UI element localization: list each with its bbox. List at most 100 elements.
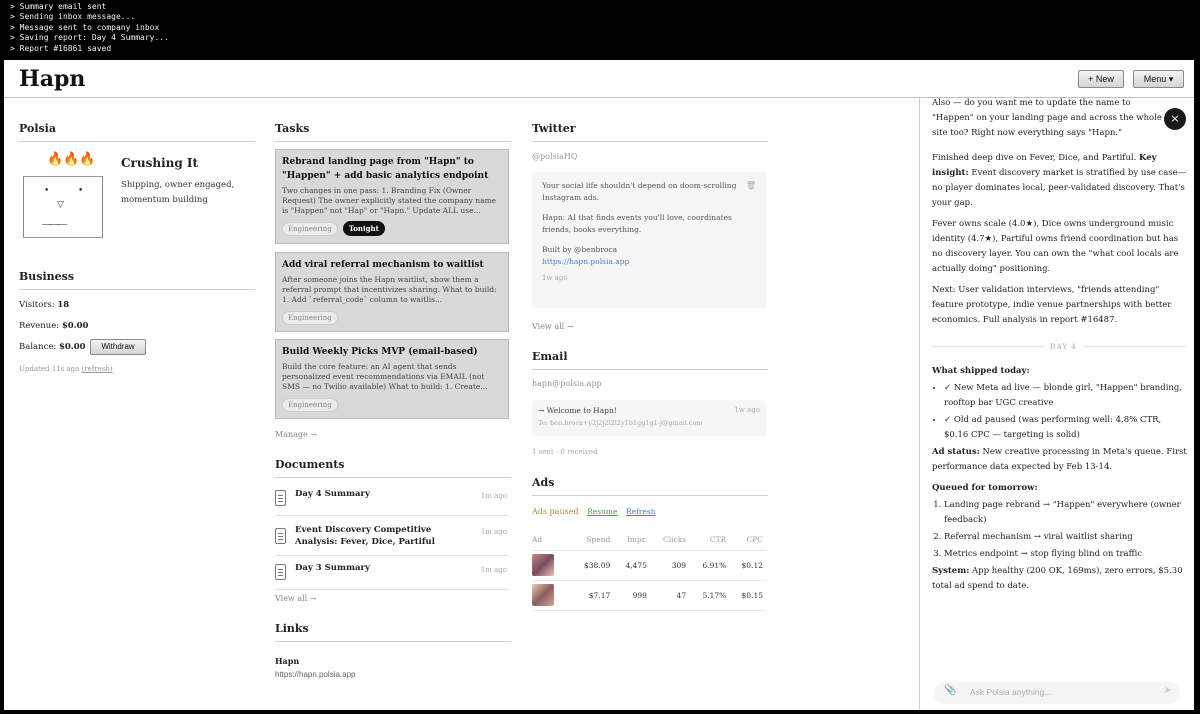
- link-name: Hapn: [275, 656, 300, 666]
- document-row[interactable]: Event Discovery Competitive Analysis: Fe…: [275, 518, 509, 556]
- tweet-time: 1w ago: [542, 274, 568, 282]
- visitors-stat: Visitors: 18: [19, 300, 69, 310]
- ad-thumbnail: [532, 554, 554, 576]
- ad-clicks: 47: [649, 580, 690, 611]
- status-title: Crushing It: [121, 156, 199, 170]
- terminal-line: > Sending inbox message...: [10, 12, 136, 22]
- document-row[interactable]: Day 3 Summary 1m ago: [275, 556, 509, 590]
- balance-stat: Balance: $0.00: [19, 342, 86, 352]
- links-heading: Links: [275, 622, 511, 642]
- menu-button[interactable]: Menu ▾: [1133, 70, 1184, 88]
- task-title: Build Weekly Picks MVP (email-based): [282, 347, 478, 357]
- task-title: Add viral referral mechanism to waitlist: [282, 260, 484, 270]
- top-bar: Hapn + New Menu ▾: [4, 60, 1194, 98]
- ads-refresh-link[interactable]: Refresh: [626, 507, 656, 516]
- task-body: Two changes in one pass: 1. Branding Fix…: [282, 186, 497, 215]
- chat-text: App healthy (200 OK, 169ms), zero errors…: [932, 566, 1183, 591]
- close-icon[interactable]: ×: [1164, 108, 1186, 130]
- polsia-heading: Polsia: [19, 122, 255, 142]
- updated-text: Updated 11s ago: [19, 365, 80, 373]
- new-button[interactable]: + New: [1078, 70, 1124, 88]
- email-address: hapn@polsia.app: [532, 379, 602, 388]
- fire-icon: 🔥🔥🔥: [47, 152, 96, 167]
- tweet-link[interactable]: https://hapn.polsia.app: [542, 256, 756, 268]
- email-subject: → Welcome to Hapn!: [538, 406, 617, 415]
- app-window: Hapn + New Menu ▾ Polsia 🔥🔥🔥 • • ▽ ﹏﹏﹏ C…: [4, 60, 1194, 710]
- document-icon: [275, 528, 286, 544]
- ad-cpc: $0.15: [729, 580, 766, 611]
- chat-heading: What shipped today:: [932, 364, 1187, 379]
- chat-message: Finished deep dive on Fever, Dice, and P…: [932, 151, 1187, 211]
- queued-heading: Queued for tomorrow:: [932, 483, 1038, 493]
- twitter-heading: Twitter: [532, 122, 768, 142]
- document-icon: [275, 564, 286, 580]
- terminal-line: > Report #16861 saved: [10, 43, 112, 53]
- queued-item: Referral mechanism → viral waitlist shar…: [944, 530, 1187, 545]
- document-title: Event Discovery Competitive Analysis: Fe…: [295, 525, 435, 547]
- terminal-line: > Saving report: Day 4 Summary...: [10, 33, 169, 43]
- queued-item: Landing page rebrand → "Happen" everywhe…: [944, 498, 1187, 528]
- manage-link[interactable]: Manage →: [275, 430, 317, 439]
- ad-ctr: 5.17%: [689, 580, 730, 611]
- document-time: 1m ago: [480, 566, 507, 574]
- paperclip-icon[interactable]: 📎: [944, 685, 956, 696]
- system-heading: System:: [932, 566, 970, 576]
- day-divider: DAY 4: [932, 338, 1187, 355]
- col-header: Impr.: [613, 530, 650, 551]
- balance-value: $0.00: [58, 342, 86, 352]
- documents-view-all[interactable]: View all →: [275, 594, 316, 603]
- terminal-line: > Summary email sent: [10, 2, 107, 11]
- withdraw-button[interactable]: Withdraw: [90, 339, 146, 355]
- link-url[interactable]: https://hapn.polsia.app: [275, 670, 356, 679]
- ad-cpc: $0.12: [729, 550, 766, 581]
- documents-heading: Documents: [275, 458, 511, 478]
- chat-text: Finished deep dive on Fever, Dice, and P…: [932, 153, 1137, 163]
- revenue-label: Revenue:: [19, 321, 60, 331]
- email-card[interactable]: → Welcome to Hapn! 1w ago To: ben.broca+…: [532, 400, 766, 436]
- ad-impressions: 4,475: [613, 550, 650, 581]
- document-row[interactable]: Day 4 Summary 1m ago: [275, 482, 509, 516]
- send-icon[interactable]: ➤: [1164, 685, 1172, 696]
- ad-ctr: 6.91%: [689, 550, 730, 581]
- trash-icon[interactable]: 🗑: [746, 180, 756, 192]
- col-header: Ad: [532, 530, 570, 551]
- document-time: 1m ago: [480, 528, 507, 536]
- ads-status: Ads paused: [532, 507, 579, 516]
- queued-list: Landing page rebrand → "Happen" everywhe…: [944, 498, 1187, 562]
- chat-message: Ad status: New creative processing in Me…: [932, 445, 1187, 475]
- task-card[interactable]: Build Weekly Picks MVP (email-based) Bui…: [275, 339, 509, 419]
- chat-message: Next: User validation interviews, "frien…: [932, 285, 1172, 325]
- document-icon: [275, 490, 286, 506]
- ads-resume-link[interactable]: Resume: [587, 507, 617, 516]
- task-tag: Engineering: [282, 222, 338, 236]
- app-title: Hapn: [19, 66, 86, 92]
- twitter-handle: @polsiaHQ: [532, 152, 578, 161]
- shipped-item: ✓ Old ad paused (was performing well: 4.…: [944, 413, 1187, 443]
- task-card[interactable]: Rebrand landing page from "Hapn" to "Hap…: [275, 149, 509, 244]
- chat-panel: Also — do you want me to update the name…: [919, 98, 1194, 710]
- status-description: Shipping, owner engaged, momentum buildi…: [121, 180, 235, 205]
- ad-row[interactable]: $7.17 999 47 5.17% $0.15: [532, 580, 766, 611]
- day-label: DAY 4: [1044, 340, 1083, 355]
- document-title: Day 3 Summary: [295, 563, 370, 573]
- tasks-column: Tasks Rebrand landing page from "Hapn" t…: [275, 98, 511, 710]
- task-title: Rebrand landing page from "Hapn" to "Hap…: [282, 157, 489, 181]
- task-card[interactable]: Add viral referral mechanism to waitlist…: [275, 252, 509, 332]
- task-tag-tonight: Tonight: [342, 221, 385, 236]
- tweet-text: Built by @benbroca: [542, 245, 618, 254]
- ads-table-wrap: Ad Spend Impr. Clicks CTR CPC $38.09 4,4…: [532, 530, 768, 620]
- social-column: Twitter @polsiaHQ 🗑 Your social life sho…: [532, 98, 768, 710]
- col-header: Clicks: [649, 530, 690, 551]
- polsia-column: Polsia 🔥🔥🔥 • • ▽ ﹏﹏﹏ Crushing It Shippin…: [19, 98, 255, 710]
- chat-message: System: App healthy (200 OK, 169ms), zer…: [932, 564, 1187, 594]
- ads-table: Ad Spend Impr. Clicks CTR CPC $38.09 4,4…: [532, 530, 766, 611]
- tweet-text: Hapn: AI that finds events you'll love, …: [542, 213, 732, 234]
- chat-message: Also — do you want me to update the name…: [932, 98, 1162, 138]
- tasks-heading: Tasks: [275, 122, 511, 142]
- tweet-card: 🗑 Your social life shouldn't depend on d…: [532, 172, 766, 308]
- ad-clicks: 309: [649, 550, 690, 581]
- twitter-view-all[interactable]: View all →: [532, 322, 573, 331]
- chat-input[interactable]: 📎 Ask Polsia anything... ➤: [934, 682, 1180, 704]
- ad-row[interactable]: $38.09 4,475 309 6.91% $0.12: [532, 550, 766, 581]
- refresh-link[interactable]: (refresh): [82, 365, 113, 373]
